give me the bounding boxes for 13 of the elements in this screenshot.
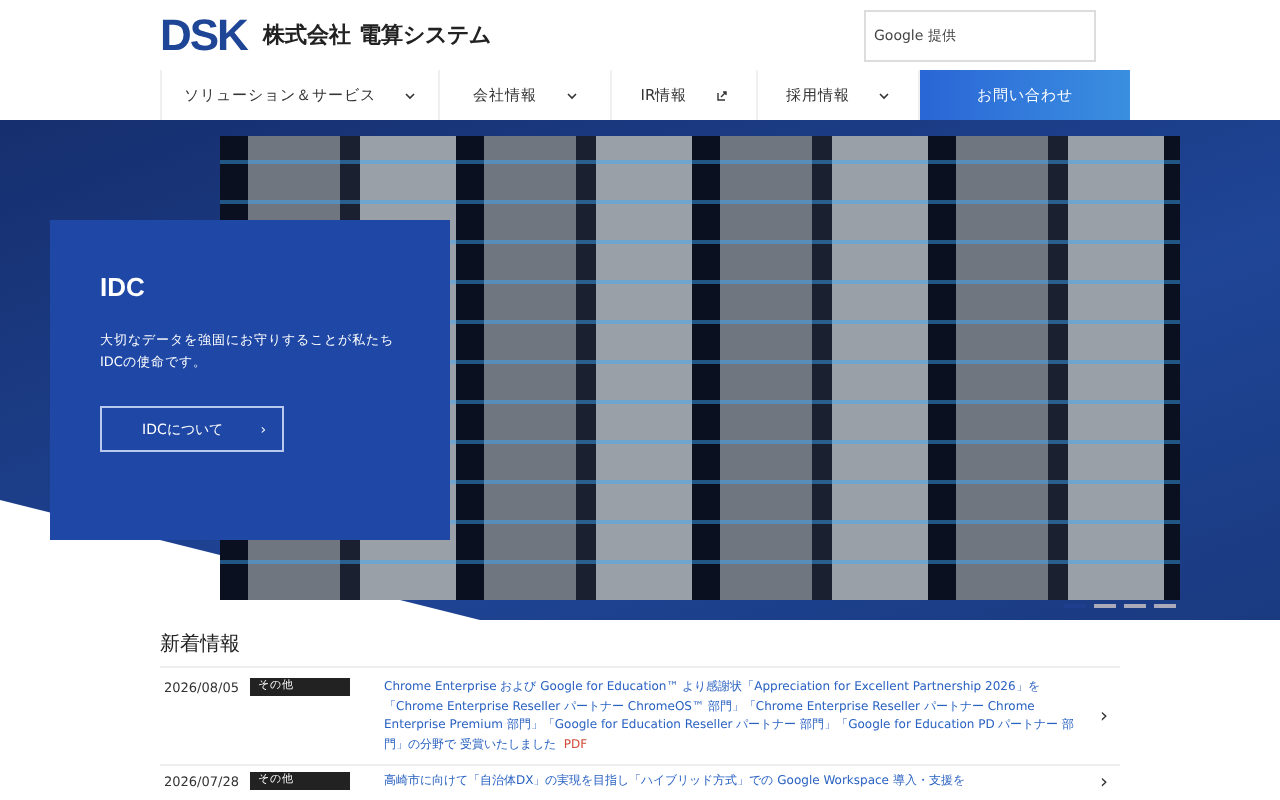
- chevron-right[interactable]: ›: [1100, 705, 1108, 727]
- chevron-down-icon: [565, 89, 577, 101]
- chevron-down-icon: [404, 89, 416, 101]
- logo[interactable]: DSK: [160, 13, 247, 57]
- external-link-icon: [715, 89, 728, 101]
- chevron-down-icon: [878, 89, 890, 101]
- section-title: 新着情報: [160, 631, 242, 658]
- hero-title: IDC: [100, 272, 147, 302]
- slide-indicator[interactable]: [1154, 604, 1176, 608]
- slide-indicator[interactable]: [1094, 604, 1116, 608]
- slide-indicator[interactable]: [1124, 604, 1146, 608]
- chevron-right[interactable]: ›: [1100, 772, 1108, 794]
- company-name: 株式会社 電算システム: [262, 20, 491, 50]
